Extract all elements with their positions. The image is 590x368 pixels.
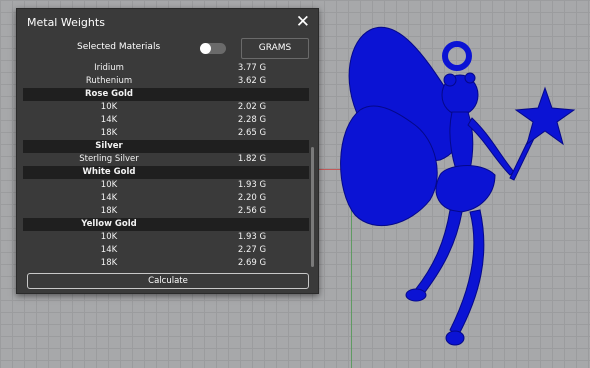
metal-weights-panel: Metal Weights ✕ Selected Materials GRAMS… <box>16 8 319 294</box>
table-row[interactable]: Sterling Silver 1.82 G <box>23 153 309 166</box>
wand-star <box>514 86 576 146</box>
pendant-loop <box>442 41 472 71</box>
material-name: 14K <box>100 245 118 255</box>
calculate-button[interactable]: Calculate <box>27 273 309 289</box>
table-row[interactable]: 18K 2.56 G <box>23 205 309 218</box>
material-name: Silver <box>95 141 123 151</box>
fairy-leg-left <box>414 209 463 297</box>
material-name: 10K <box>100 232 118 242</box>
material-name: Ruthenium <box>85 76 133 86</box>
panel-title: Metal Weights <box>27 16 105 29</box>
material-weight: 3.77 G <box>237 63 267 73</box>
table-group-header: Rose Gold <box>23 88 309 101</box>
weights-scrollbar[interactable] <box>311 147 314 267</box>
fairy-foot-right <box>445 330 465 346</box>
table-group-header: White Gold <box>23 166 309 179</box>
units-button[interactable]: GRAMS <box>241 38 309 59</box>
table-row[interactable]: 14K 2.27 G <box>23 244 309 257</box>
table-group-header: Silver <box>23 140 309 153</box>
table-row[interactable]: 10K 2.02 G <box>23 101 309 114</box>
material-weight: 2.56 G <box>237 206 267 216</box>
material-weight: 3.62 G <box>237 76 267 86</box>
material-weight: 1.93 G <box>237 180 267 190</box>
material-weight: 2.27 G <box>237 245 267 255</box>
toggle-knob <box>200 43 211 54</box>
panel-controls: Selected Materials GRAMS <box>17 38 318 60</box>
table-row[interactable]: 10K 1.93 G <box>23 179 309 192</box>
material-name: Iridium <box>94 63 124 73</box>
material-weight: 1.93 G <box>237 232 267 242</box>
table-row[interactable]: 14K 2.20 G <box>23 192 309 205</box>
material-name: 18K <box>100 258 118 268</box>
material-name: Rose Gold <box>85 89 133 99</box>
material-weight: 2.20 G <box>237 193 267 203</box>
selected-materials-label: Selected Materials <box>77 42 161 52</box>
material-name: 18K <box>100 128 118 138</box>
material-name: 10K <box>100 102 118 112</box>
material-weight: 2.02 G <box>237 102 267 112</box>
fairy-skirt <box>435 165 496 213</box>
material-weight: 2.28 G <box>237 115 267 125</box>
table-group-header: Yellow Gold <box>23 218 309 231</box>
table-row[interactable]: 10K 1.93 G <box>23 231 309 244</box>
material-weight: 2.69 G <box>237 258 267 268</box>
material-name: 14K <box>100 193 118 203</box>
table-row[interactable]: Ruthenium 3.62 G <box>23 75 309 88</box>
table-row[interactable]: 18K 2.65 G <box>23 127 309 140</box>
fairy-torso <box>449 111 474 171</box>
close-icon[interactable]: ✕ <box>296 12 310 32</box>
material-name: Yellow Gold <box>81 219 137 229</box>
material-name: Sterling Silver <box>79 154 139 164</box>
material-name: 10K <box>100 180 118 190</box>
fairy-pendant-model[interactable] <box>330 0 590 368</box>
table-row[interactable]: 18K 2.69 G <box>23 257 309 270</box>
material-name: 18K <box>100 206 118 216</box>
panel-titlebar[interactable]: Metal Weights ✕ <box>17 9 318 37</box>
material-weight: 1.82 G <box>237 154 267 164</box>
table-row[interactable]: Iridium 3.77 G <box>23 62 309 75</box>
fairy-foot-left <box>405 288 427 302</box>
material-name: White Gold <box>82 167 136 177</box>
table-row[interactable]: 14K 2.28 G <box>23 114 309 127</box>
material-name: 14K <box>100 115 118 125</box>
selected-materials-toggle[interactable] <box>200 43 226 54</box>
weights-table: Iridium 3.77 G Ruthenium 3.62 G Rose Gold 10K… <box>23 62 309 270</box>
material-weight: 2.65 G <box>237 128 267 138</box>
